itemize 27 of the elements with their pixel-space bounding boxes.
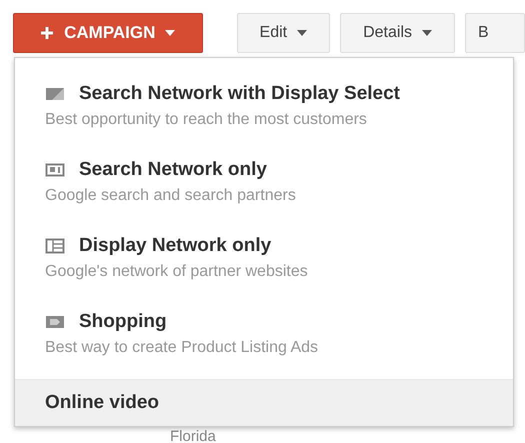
plus-icon: [40, 26, 54, 40]
caret-icon: [165, 30, 176, 36]
toolbar-button[interactable]: Details: [340, 13, 455, 53]
menu-item-description: Google's network of partner websites: [45, 263, 309, 281]
menu-item-title: Display Network only: [79, 235, 272, 257]
menu-item[interactable]: Shopping Best way to create Product Listing Ads: [15, 295, 513, 371]
caret-icon: [422, 30, 432, 36]
menu-item-title: Online video: [45, 392, 160, 414]
tag-icon: [45, 314, 65, 330]
menu-item[interactable]: Search Network with Display Select Best opportunity to reach the most customers: [15, 67, 513, 143]
menu-item-description: Best way to create Product Listing Ads: [45, 339, 320, 357]
toolbar-button[interactable]: B: [465, 13, 525, 53]
toolbar-button[interactable]: Edit: [236, 13, 330, 53]
menu-item-description: Google search and search partners: [45, 187, 297, 205]
folder-icon: [45, 86, 65, 102]
search-box-icon: [45, 162, 65, 178]
menu-item[interactable]: Online video: [15, 380, 513, 426]
menu-item-title: Shopping: [79, 311, 167, 333]
caret-icon: [297, 30, 308, 36]
campaign-button[interactable]: CAMPAIGN: [13, 13, 203, 53]
menu-item-description: Best opportunity to reach the most customers: [45, 111, 368, 129]
menu-item[interactable]: Display Network only Google's network of partner websites: [15, 219, 513, 295]
table-cell: Florida: [170, 428, 216, 443]
menu-item-title: Search Network with Display Select: [79, 83, 400, 105]
grid-icon: [45, 238, 65, 254]
menu-item[interactable]: Search Network only Google search and search partners: [15, 143, 513, 219]
menu-item-title: Search Network only: [79, 159, 267, 181]
